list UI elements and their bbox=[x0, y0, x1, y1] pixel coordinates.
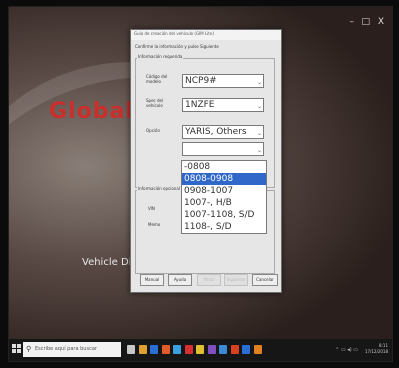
taskbar-app-icon[interactable] bbox=[184, 345, 193, 354]
minimize-button[interactable]: – bbox=[350, 17, 355, 27]
cancel-button[interactable]: Cancelar bbox=[252, 274, 278, 286]
dropdown-option[interactable]: 1007-1108, S/D bbox=[182, 209, 266, 221]
dialog-title: Guía de creación del vehículo (GIM Lite) bbox=[131, 30, 281, 40]
taskbar-app-icon[interactable] bbox=[242, 345, 250, 354]
taskbar-search-box[interactable]: ⚲ Escribe aquí para buscar bbox=[23, 342, 121, 357]
clock-date: 17/12/2018 bbox=[364, 349, 388, 354]
model-code-select[interactable]: NCP9# ⌄ bbox=[182, 74, 264, 88]
manual-button[interactable]: Manual bbox=[140, 274, 164, 286]
close-button[interactable]: X bbox=[378, 17, 384, 27]
required-section-label: Información requerida bbox=[137, 54, 184, 59]
taskbar-app-icon[interactable] bbox=[150, 345, 158, 354]
vehicle-spec-select[interactable]: 1NZFE ⌄ bbox=[182, 98, 264, 112]
model-code-label: Código del modelo bbox=[146, 74, 168, 84]
memo-label: Memo bbox=[148, 222, 161, 227]
dropdown-option[interactable]: 0908-1007 bbox=[182, 185, 266, 197]
optional-section-label: Información opcional bbox=[137, 186, 181, 191]
chevron-down-icon: ⌄ bbox=[256, 79, 262, 86]
vin-label: VIN bbox=[148, 206, 155, 211]
chevron-down-icon: ⌄ bbox=[256, 103, 262, 110]
taskbar-app-icon[interactable] bbox=[219, 345, 227, 354]
back-button[interactable]: Atrás bbox=[197, 274, 221, 286]
taskbar-app-icon[interactable] bbox=[253, 345, 262, 354]
search-icon: ⚲ bbox=[26, 345, 32, 353]
option-label: Opción bbox=[146, 128, 160, 133]
model-code-value: NCP9# bbox=[185, 76, 217, 86]
option-select[interactable]: YARIS, Others ⌄ bbox=[182, 125, 264, 139]
taskbar-app-icon[interactable] bbox=[138, 345, 147, 354]
dropdown-option[interactable]: -0808 bbox=[182, 161, 266, 173]
taskbar-app-icon[interactable] bbox=[173, 345, 181, 354]
taskbar: ⚲ Escribe aquí para buscar ⌃ ▭ ◂) ▭ 8:11… bbox=[9, 339, 392, 361]
search-placeholder: Escribe aquí para buscar bbox=[35, 346, 97, 352]
dropdown-option-selected[interactable]: 0808-0908 bbox=[182, 173, 266, 185]
vehicle-spec-value: 1NZFE bbox=[185, 100, 215, 110]
screen-frame: Global T Vehicle Diag – □ X Guía de crea… bbox=[8, 6, 393, 362]
taskbar-app-icon[interactable] bbox=[127, 345, 135, 354]
taskbar-app-icon[interactable] bbox=[230, 345, 239, 354]
next-button[interactable]: Siguiente bbox=[224, 274, 248, 286]
dropdown-option[interactable]: 1108-, S/D bbox=[182, 221, 266, 233]
taskbar-app-icon[interactable] bbox=[161, 345, 170, 354]
year-range-dropdown-list: -0808 0808-0908 0908-1007 1007-, H/B 100… bbox=[181, 160, 267, 234]
windows-start-icon[interactable] bbox=[12, 344, 21, 353]
taskbar-app-icon[interactable] bbox=[196, 345, 204, 354]
tray-icons[interactable]: ⌃ ▭ ◂) ▭ bbox=[335, 347, 358, 353]
chevron-down-icon: ⌄ bbox=[256, 147, 262, 154]
year-range-select[interactable]: ⌄ bbox=[182, 142, 264, 156]
dropdown-option[interactable]: 1007-, H/B bbox=[182, 197, 266, 209]
system-clock[interactable]: 8:11 17/12/2018 bbox=[365, 343, 388, 355]
help-button[interactable]: Ayuda bbox=[168, 274, 192, 286]
vehicle-spec-label: Spec del vehículo bbox=[146, 98, 164, 108]
taskbar-app-icon[interactable] bbox=[207, 345, 216, 354]
dialog-heading: Confirme la información y pulse Siguient… bbox=[135, 44, 219, 49]
chevron-down-icon: ⌄ bbox=[256, 130, 262, 137]
option-value: YARIS, Others bbox=[185, 127, 247, 137]
maximize-button[interactable]: □ bbox=[361, 17, 370, 27]
